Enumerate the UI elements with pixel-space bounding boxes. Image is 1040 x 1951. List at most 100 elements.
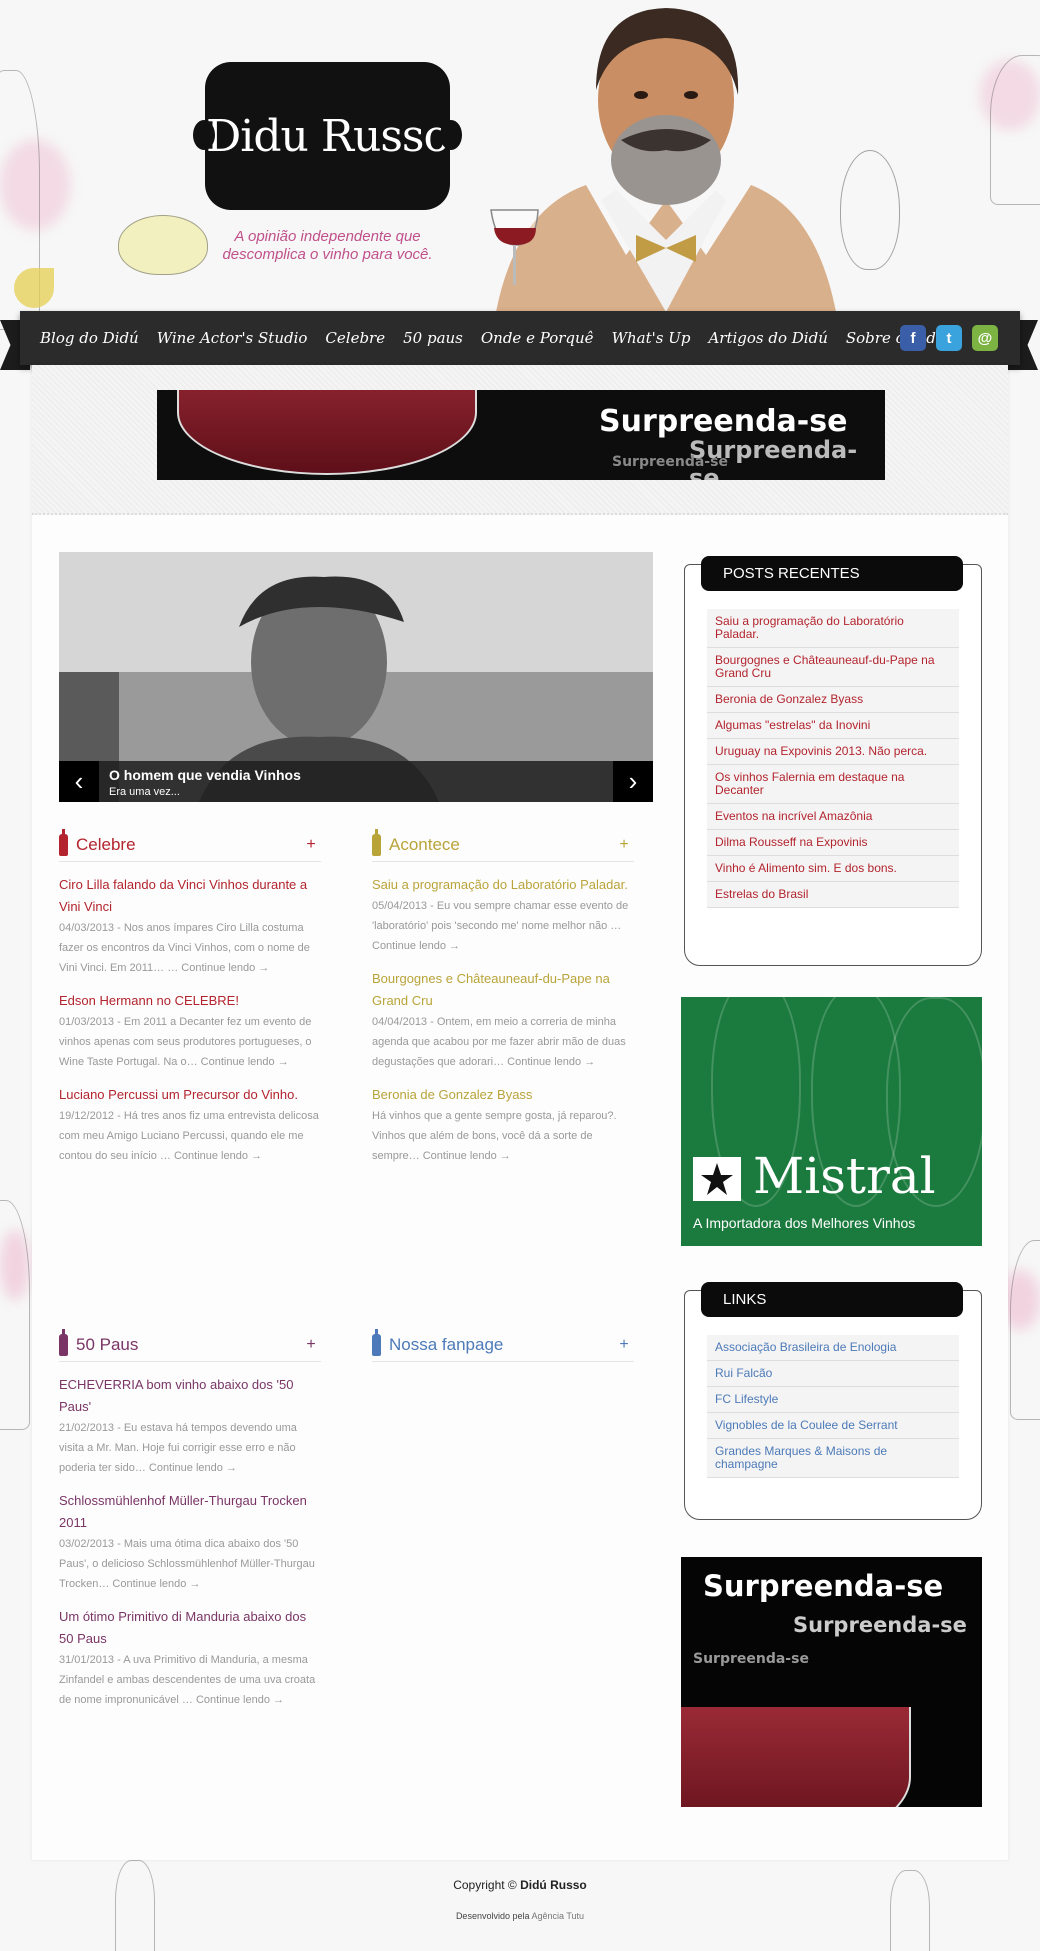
copyright-name: Didú Russo	[520, 1878, 587, 1892]
recent-post-link[interactable]: Dilma Rousseff na Expovinis	[707, 830, 959, 856]
post-excerpt: 04/04/2013 - Ontem, em meio a correria d…	[372, 1016, 626, 1068]
post-item: Beronia de Gonzalez Byass Há vinhos que …	[372, 1084, 634, 1166]
post-title[interactable]: Ciro Lilla falando da Vinci Vinhos duran…	[59, 874, 321, 918]
post-excerpt: 31/01/2013 - A uva Primitivo di Manduria…	[59, 1654, 316, 1706]
post-title[interactable]: Beronia de Gonzalez Byass	[372, 1084, 634, 1106]
post-excerpt: 03/02/2013 - Mais uma ótima dica abaixo …	[59, 1538, 315, 1590]
footer-credit: Desenvolvido pela Agência Tutu	[0, 1911, 1040, 1921]
nav-item-onde-e-porque[interactable]: Onde e Porquê	[481, 329, 594, 347]
star-icon	[693, 1157, 741, 1201]
post-title[interactable]: ECHEVERRIA bom vinho abaixo dos '50 Paus…	[59, 1374, 321, 1418]
section-acontece: Acontece + Saiu a programação do Laborat…	[372, 828, 634, 1166]
post-title[interactable]: Saiu a programação do Laboratório Palada…	[372, 874, 634, 896]
recent-post-link[interactable]: Eventos na incrível Amazônia	[707, 804, 959, 830]
plus-icon[interactable]: +	[614, 836, 634, 854]
banner-headline: Surpreenda-se	[703, 1569, 944, 1603]
post-title[interactable]: Schlossmühlenhof Müller-Thurgau Trocken …	[59, 1490, 321, 1534]
leaf-illustration	[14, 268, 54, 308]
plus-icon[interactable]: +	[614, 1336, 634, 1354]
section-title[interactable]: Celebre	[76, 835, 301, 855]
mistral-ad-banner[interactable]: Mistral A Importadora dos Melhores Vinho…	[681, 997, 982, 1246]
recent-posts-list: Saiu a programação do Laboratório Palada…	[707, 609, 959, 908]
nav-item-whats-up[interactable]: What's Up	[612, 329, 691, 347]
post-item: Saiu a programação do Laboratório Palada…	[372, 874, 634, 956]
wine-glass-illustration	[118, 215, 208, 275]
recent-post-link[interactable]: Algumas "estrelas" da Inovini	[707, 713, 959, 739]
external-link[interactable]: Vignobles de la Coulee de Serrant	[707, 1413, 959, 1439]
banner-strip: Surpreenda-se Surpreenda-se Surpreenda-s…	[32, 365, 1008, 515]
recent-post-link[interactable]: Vinho é Alimento sim. E dos bons.	[707, 856, 959, 882]
social-links: f t @	[900, 325, 998, 351]
wine-bottle-icon	[372, 828, 381, 856]
section-title[interactable]: Nossa fanpage	[389, 1335, 614, 1355]
section-title[interactable]: Acontece	[389, 835, 614, 855]
external-link[interactable]: Grandes Marques & Maisons de champagne	[707, 1439, 959, 1478]
plus-icon[interactable]: +	[301, 836, 321, 854]
nav-item-artigos[interactable]: Artigos do Didú	[708, 329, 827, 347]
recent-post-link[interactable]: Beronia de Gonzalez Byass	[707, 687, 959, 713]
mistral-logo-text: Mistral	[753, 1147, 936, 1205]
banner-headline: Surpreenda-se	[599, 404, 848, 439]
nav-item-50-paus[interactable]: 50 paus	[403, 329, 463, 347]
wine-glass-graphic	[177, 390, 477, 475]
post-title[interactable]: Luciano Percussi um Precursor do Vinho.	[59, 1084, 321, 1106]
external-link[interactable]: Rui Falcão	[707, 1361, 959, 1387]
external-link[interactable]: Associação Brasileira de Enologia	[707, 1335, 959, 1361]
site-header: Didu Russo A opinião independente que de…	[0, 0, 1040, 312]
section-header: Nossa fanpage +	[372, 1328, 634, 1362]
post-excerpt: Há vinhos que a gente sempre gosta, já r…	[372, 1110, 617, 1162]
credit-prefix: Desenvolvido pela	[455, 1911, 532, 1921]
section-50-paus: 50 Paus + ECHEVERRIA bom vinho abaixo do…	[59, 1328, 321, 1710]
nav-item-blog[interactable]: Blog do Didú	[40, 329, 139, 347]
wine-glass-graphic	[681, 1707, 911, 1807]
post-item: Luciano Percussi um Precursor do Vinho. …	[59, 1084, 321, 1166]
featured-slider[interactable]: ‹ O homem que vendia Vinhos Era uma vez.…	[59, 552, 653, 802]
post-title[interactable]: Edson Hermann no CELEBRE!	[59, 990, 321, 1012]
post-item: Schlossmühlenhof Müller-Thurgau Trocken …	[59, 1490, 321, 1594]
post-title[interactable]: Um ótimo Primitivo di Manduria abaixo do…	[59, 1606, 321, 1650]
email-icon[interactable]: @	[972, 325, 998, 351]
recent-post-link[interactable]: Uruguay na Expovinis 2013. Não perca.	[707, 739, 959, 765]
slide-title: O homem que vendia Vinhos	[109, 767, 301, 783]
wine-bottle-icon	[59, 1328, 68, 1356]
recent-post-link[interactable]: Estrelas do Brasil	[707, 882, 959, 908]
slide-subtitle: Era uma vez...	[109, 786, 180, 798]
widget-title: POSTS RECENTES	[701, 556, 963, 591]
chevron-left-icon[interactable]: ‹	[59, 761, 99, 802]
chevron-right-icon[interactable]: ›	[613, 761, 653, 802]
recent-post-link[interactable]: Saiu a programação do Laboratório Palada…	[707, 609, 959, 648]
post-title[interactable]: Bourgognes e Châteauneauf-du-Pape na Gra…	[372, 968, 634, 1012]
section-header: 50 Paus +	[59, 1328, 321, 1362]
links-widget: LINKS Associação Brasileira de Enologia …	[684, 1282, 982, 1520]
main-navigation: Blog do Didú Wine Actor's Studio Celebre…	[20, 311, 1020, 365]
plus-icon[interactable]: +	[301, 1336, 321, 1354]
main-content: Surpreenda-se Surpreenda-se Surpreenda-s…	[32, 365, 1008, 1860]
top-ad-banner[interactable]: Surpreenda-se Surpreenda-se Surpreenda-s…	[157, 390, 885, 480]
site-tagline: A opinião independente que descomplica o…	[222, 228, 433, 263]
agency-link[interactable]: Agência Tutu	[532, 1911, 585, 1921]
twitter-icon[interactable]: t	[936, 325, 962, 351]
mistral-subtitle: A Importadora dos Melhores Vinhos	[693, 1215, 916, 1231]
nav-item-wine-actors-studio[interactable]: Wine Actor's Studio	[157, 329, 308, 347]
recent-post-link[interactable]: Os vinhos Falernia em destaque na Decant…	[707, 765, 959, 804]
banner-echo-2: Surpreenda-se	[612, 454, 728, 470]
section-header: Celebre +	[59, 828, 321, 862]
banner-echo-2: Surpreenda-se	[693, 1651, 809, 1667]
recent-post-link[interactable]: Bourgognes e Châteauneauf-du-Pape na Gra…	[707, 648, 959, 687]
post-item: Edson Hermann no CELEBRE! 01/03/2013 - E…	[59, 990, 321, 1072]
section-celebre: Celebre + Ciro Lilla falando da Vinci Vi…	[59, 828, 321, 1166]
side-ad-banner[interactable]: Surpreenda-se Surpreenda-se Surpreenda-s…	[681, 1557, 982, 1807]
facebook-icon[interactable]: f	[900, 325, 926, 351]
logo-text: Didu Russo	[206, 110, 450, 162]
post-excerpt: 21/02/2013 - Eu estava há tempos devendo…	[59, 1422, 297, 1474]
post-excerpt: 05/04/2013 - Eu vou sempre chamar esse e…	[372, 900, 629, 952]
recent-posts-widget: POSTS RECENTES Saiu a programação do Lab…	[684, 556, 982, 966]
section-title[interactable]: 50 Paus	[76, 1335, 301, 1355]
site-logo[interactable]: Didu Russo	[193, 62, 462, 210]
section-header: Acontece +	[372, 828, 634, 862]
post-item: Ciro Lilla falando da Vinci Vinhos duran…	[59, 874, 321, 978]
external-link[interactable]: FC Lifestyle	[707, 1387, 959, 1413]
post-excerpt: 19/12/2012 - Há tres anos fiz uma entrev…	[59, 1110, 319, 1162]
nav-item-celebre[interactable]: Celebre	[325, 329, 385, 347]
post-item: ECHEVERRIA bom vinho abaixo dos '50 Paus…	[59, 1374, 321, 1478]
